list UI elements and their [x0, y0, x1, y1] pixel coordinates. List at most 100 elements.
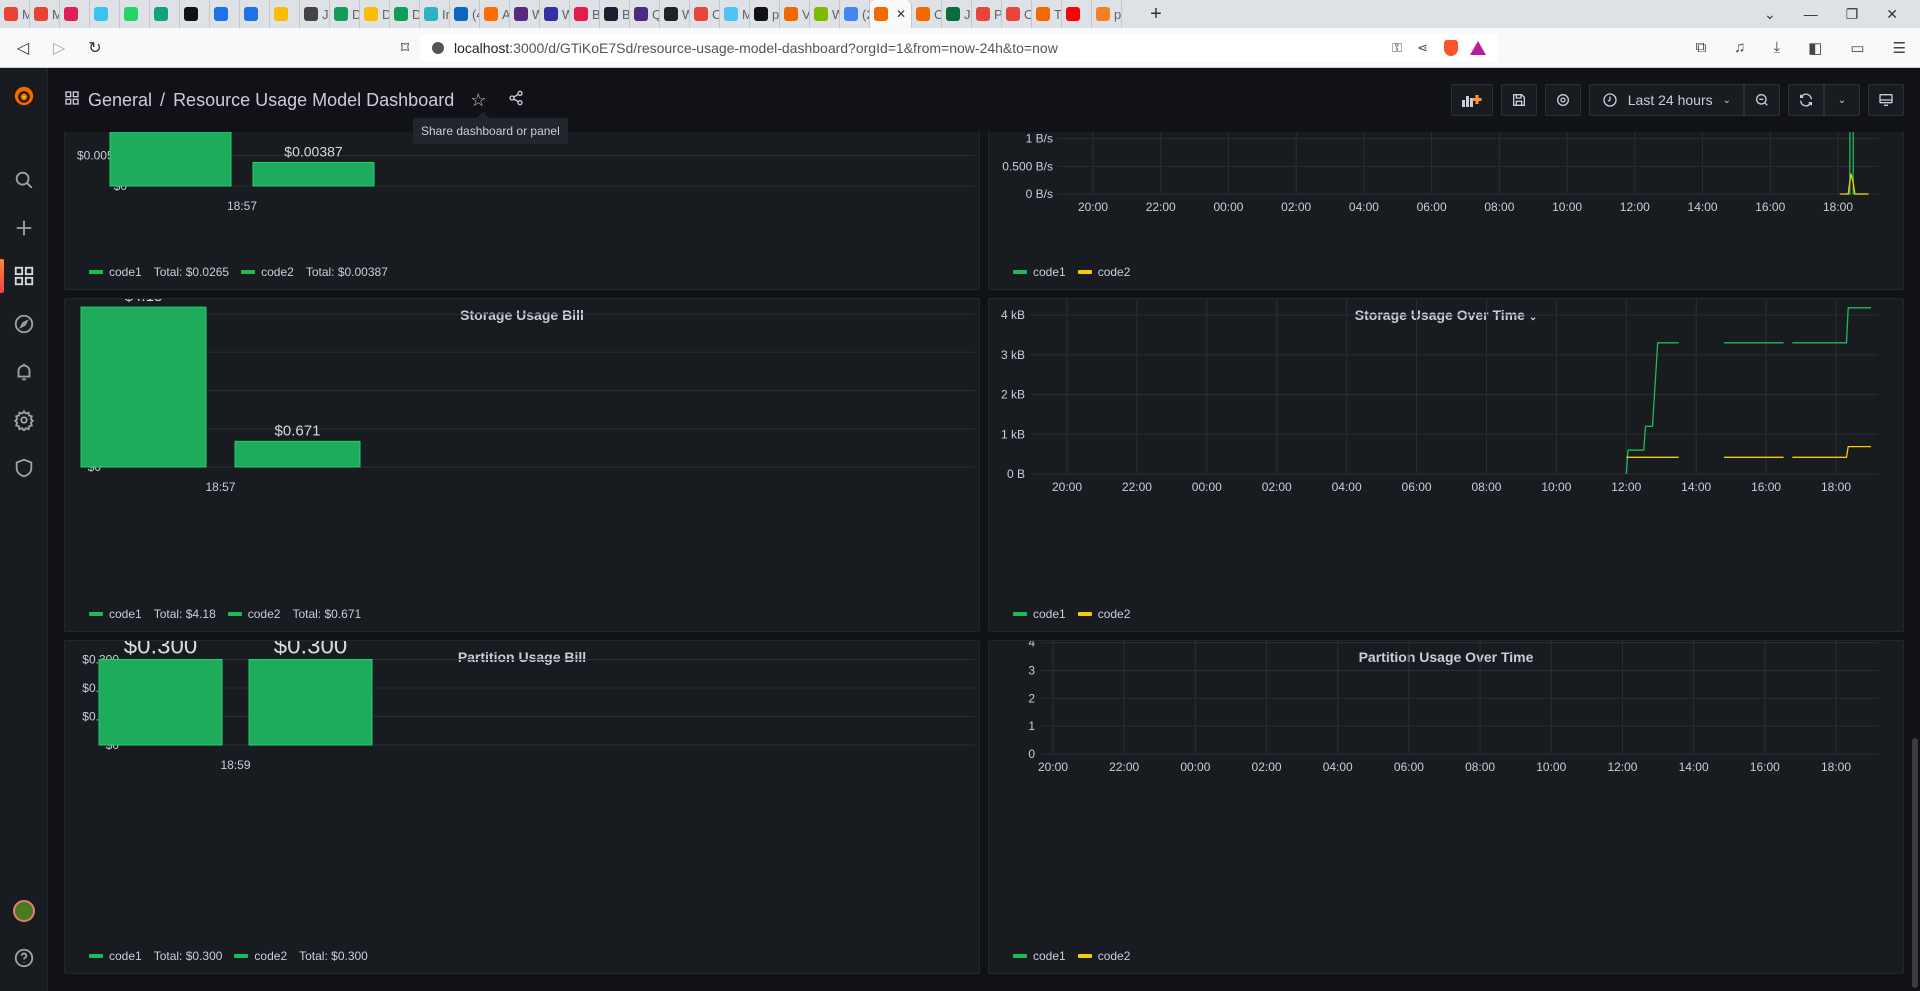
- browser-tab[interactable]: Int: [420, 0, 450, 28]
- legend-item-code2[interactable]: code2: [1077, 265, 1130, 279]
- browser-tab[interactable]: DE: [360, 0, 390, 28]
- bookmark-icon[interactable]: ⌑: [392, 38, 418, 58]
- sidebar-search[interactable]: [0, 160, 48, 200]
- browser-tab[interactable]: [90, 0, 120, 28]
- browser-tab[interactable]: Co: [690, 0, 720, 28]
- time-range-picker[interactable]: Last 24 hours ⌄: [1588, 84, 1744, 116]
- sidebar-alerting[interactable]: [0, 352, 48, 392]
- refresh-interval-dropdown[interactable]: ⌄: [1824, 84, 1860, 116]
- panel-storage-usage-over-time[interactable]: Storage Usage Over Time ⌄ 0 B1 kB 2 kB 3 k…: [988, 298, 1904, 632]
- maximize-button[interactable]: ❐: [1846, 6, 1859, 23]
- sidebar-help[interactable]: [0, 938, 48, 978]
- browser-tab[interactable]: WI: [510, 0, 540, 28]
- sidebar-dashboards[interactable]: [0, 256, 48, 296]
- browser-tab[interactable]: ✕: [870, 0, 912, 28]
- star-icon[interactable]: ☆: [470, 90, 486, 111]
- menu-icon[interactable]: ☰: [1893, 39, 1906, 57]
- legend-item-code1[interactable]: code1 Total: $0.300: [89, 949, 222, 963]
- new-tab-button[interactable]: +: [1136, 3, 1176, 26]
- legend-item-code1[interactable]: code1 Total: $0.0265: [89, 265, 229, 279]
- legend-item-code1[interactable]: code1: [1013, 607, 1066, 621]
- dashboard-settings-button[interactable]: [1544, 84, 1581, 116]
- browser-tab[interactable]: Bu: [570, 0, 600, 28]
- minimize-button[interactable]: —: [1804, 6, 1818, 23]
- page-title[interactable]: Resource Usage Model Dashboard: [173, 90, 454, 111]
- browser-tab[interactable]: Qu: [630, 0, 660, 28]
- browser-tab[interactable]: WI: [540, 0, 570, 28]
- sidebar-toggle-icon[interactable]: ◧: [1808, 39, 1822, 57]
- key-icon[interactable]: ⚿: [1392, 40, 1402, 56]
- page-scrollbar[interactable]: [1912, 738, 1918, 988]
- wallet-icon[interactable]: ▭: [1850, 39, 1864, 57]
- downloads-icon[interactable]: ⤓: [1774, 39, 1781, 57]
- browser-tab[interactable]: [240, 0, 270, 28]
- browser-tab[interactable]: pr: [750, 0, 780, 28]
- sidebar-configuration[interactable]: [0, 400, 48, 440]
- legend-item-code2[interactable]: code2 Total: $0.671: [227, 607, 361, 621]
- close-tab-icon[interactable]: ✕: [896, 7, 906, 21]
- panel-partition-usage-over-time[interactable]: Partition Usage Over Time 012345620:0022…: [988, 640, 1904, 974]
- browser-tab[interactable]: WI: [810, 0, 840, 28]
- browser-tab[interactable]: Da: [330, 0, 360, 28]
- browser-tab[interactable]: (4): [450, 0, 480, 28]
- browser-tab[interactable]: [60, 0, 90, 28]
- panel-storage-usage-bill[interactable]: Storage Usage Bill $0$1$2$3$4$4.18$0.671…: [64, 298, 980, 632]
- browser-tab[interactable]: Mc: [720, 0, 750, 28]
- brave-shield-icon[interactable]: [1444, 39, 1458, 56]
- refresh-button[interactable]: [1788, 84, 1824, 116]
- share-icon[interactable]: ⋖: [1417, 40, 1428, 56]
- brave-rewards-icon[interactable]: [1470, 40, 1486, 55]
- browser-tab[interactable]: Ju: [942, 0, 972, 28]
- sidebar-server-admin[interactable]: [0, 448, 48, 488]
- tab-search-button[interactable]: ⌄: [1764, 6, 1776, 23]
- extensions-icon[interactable]: ⧉: [1696, 39, 1707, 57]
- reload-button[interactable]: ↻: [82, 38, 108, 58]
- view-mode-button[interactable]: [1868, 84, 1904, 116]
- legend-item-code2[interactable]: code2 Total: $0.300: [234, 949, 368, 963]
- browser-tab[interactable]: Bu: [600, 0, 630, 28]
- sidebar-explore[interactable]: [0, 304, 48, 344]
- grafana-logo[interactable]: [0, 76, 48, 116]
- browser-tab[interactable]: [180, 0, 210, 28]
- browser-tab[interactable]: [120, 0, 150, 28]
- browser-tab[interactable]: Ja: [300, 0, 330, 28]
- legend-item-code1[interactable]: code1: [1013, 949, 1066, 963]
- browser-tab[interactable]: [210, 0, 240, 28]
- legend-item-code2[interactable]: code2 Total: $0.00387: [241, 265, 388, 279]
- add-panel-button[interactable]: [1450, 84, 1493, 116]
- panel-compute-bill[interactable]: $0$0.00500$0.0100$0.0038718:57 code1Tota…: [64, 132, 980, 290]
- sidebar-create[interactable]: [0, 208, 48, 248]
- share-icon[interactable]: [508, 90, 524, 111]
- media-icon[interactable]: ♫: [1734, 39, 1745, 57]
- browser-tab[interactable]: [1062, 0, 1092, 28]
- browser-tab[interactable]: WI: [660, 0, 690, 28]
- back-button[interactable]: ◁: [10, 38, 36, 58]
- close-window-button[interactable]: ✕: [1886, 6, 1898, 23]
- breadcrumb-folder[interactable]: General: [88, 90, 152, 111]
- browser-tab[interactable]: M: [30, 0, 60, 28]
- browser-tab[interactable]: [150, 0, 180, 28]
- save-dashboard-button[interactable]: [1500, 84, 1537, 116]
- browser-tab[interactable]: Cli: [912, 0, 942, 28]
- url-input[interactable]: localhost:3000/d/GTiKoE7Sd/resource-usag…: [420, 32, 1498, 63]
- legend-item-code1[interactable]: code1 Total: $4.18: [89, 607, 216, 621]
- browser-tab[interactable]: pr: [1092, 0, 1122, 28]
- user-avatar[interactable]: [0, 891, 48, 931]
- browser-tab[interactable]: Pr: [972, 0, 1002, 28]
- browser-tab[interactable]: Ta: [1032, 0, 1062, 28]
- browser-tab[interactable]: DE: [390, 0, 420, 28]
- browser-tab[interactable]: Va: [780, 0, 810, 28]
- panel-network-over-time[interactable]: 0 B/s0.500 B/s1 B/s1.50 B/s20:0022:0000:…: [988, 132, 1904, 290]
- browser-tab[interactable]: Op: [1002, 0, 1032, 28]
- zoom-out-time-button[interactable]: [1744, 84, 1780, 116]
- browser-tab[interactable]: [270, 0, 300, 28]
- legend-item-code2[interactable]: code2: [1077, 607, 1130, 621]
- site-info-icon[interactable]: [432, 41, 444, 54]
- legend-item-code1[interactable]: code1: [1013, 265, 1066, 279]
- legend-item-code2[interactable]: code2: [1077, 949, 1130, 963]
- browser-tab[interactable]: (28: [840, 0, 870, 28]
- browser-tab[interactable]: An: [480, 0, 510, 28]
- panel-partition-usage-bill[interactable]: Partition Usage Bill $0$0.100$0.200$0.30…: [64, 640, 980, 974]
- forward-button[interactable]: ▷: [46, 38, 72, 58]
- browser-tab[interactable]: M: [0, 0, 30, 28]
